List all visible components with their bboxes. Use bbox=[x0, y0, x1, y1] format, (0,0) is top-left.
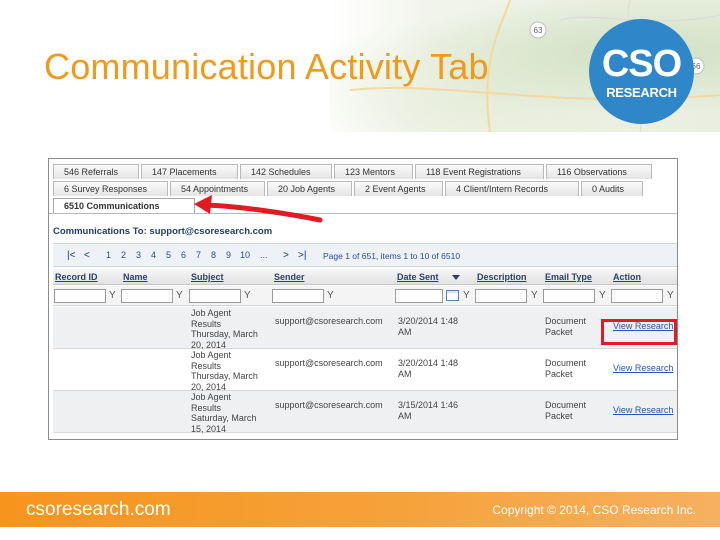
red-arrow-head-icon bbox=[194, 195, 212, 214]
slide-footer: csoresearch.com Copyright © 2014, CSO Re… bbox=[0, 492, 720, 527]
footer-copyright: Copyright © 2014, CSO Research Inc. bbox=[492, 503, 696, 517]
action-highlight-box bbox=[601, 319, 677, 345]
annotation-layer bbox=[194, 195, 323, 223]
footer-site: csoresearch.com bbox=[26, 499, 171, 520]
red-arrow-shaft bbox=[201, 202, 323, 223]
